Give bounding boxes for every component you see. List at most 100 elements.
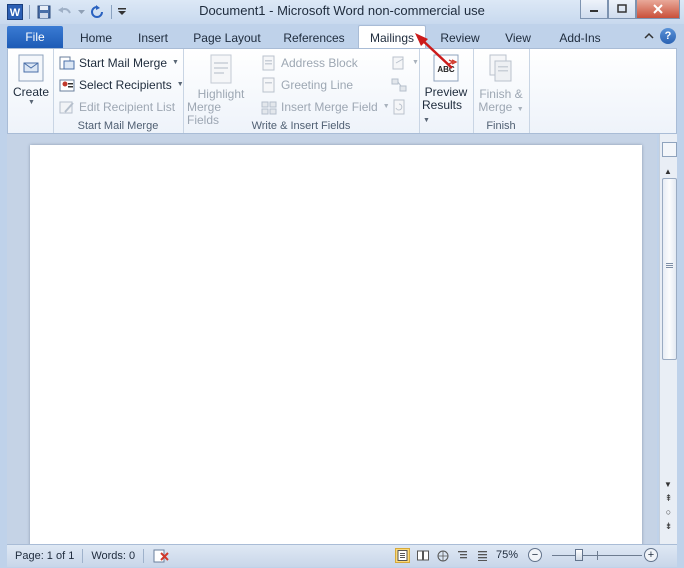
preview-label-line2: Results [422, 98, 463, 112]
help-icon[interactable]: ? [660, 28, 676, 44]
svg-text:ABC: ABC [437, 65, 455, 74]
minimize-ribbon-icon[interactable] [644, 32, 654, 40]
group-start-mail-merge: Start Mail Merge ▼ Select Recipients ▼ E… [53, 49, 184, 133]
view-buttons [395, 548, 490, 563]
select-browse-object-icon[interactable]: ○ [663, 505, 674, 519]
outline-icon[interactable] [455, 548, 470, 563]
envelope-create-icon [18, 54, 44, 82]
print-layout-icon[interactable] [395, 548, 410, 563]
draft-icon[interactable] [475, 548, 490, 563]
tab-insert[interactable]: Insert [128, 27, 178, 48]
browse-nav-buttons: ⇞ ○ ⇟ [663, 491, 674, 533]
close-button[interactable] [636, 0, 680, 19]
tab-view[interactable]: View [498, 27, 538, 48]
finish-merge-button[interactable]: Finish & Merge ▼ [476, 53, 526, 116]
scroll-down-icon[interactable]: ▼ [664, 480, 672, 489]
document-area [7, 134, 657, 544]
greeting-line-label: Greeting Line [281, 77, 354, 92]
update-labels-icon [393, 99, 405, 114]
insert-merge-field-button[interactable]: Insert Merge Field ▼ [261, 97, 390, 116]
tab-mailings[interactable]: Mailings [358, 25, 426, 50]
create-label: Create [12, 85, 50, 99]
finish-label-line2: Merge [478, 100, 513, 114]
web-layout-icon[interactable] [435, 548, 450, 563]
zoom-in-button[interactable]: + [644, 548, 658, 562]
start-mail-merge-dropdown-icon: ▼ [172, 59, 179, 66]
zoom-out-button[interactable]: − [528, 548, 542, 562]
create-dropdown-icon: ▼ [28, 99, 35, 106]
zoom-level[interactable]: 75% [496, 549, 518, 561]
address-block-label: Address Block [281, 55, 358, 70]
finish-merge-icon [489, 54, 512, 82]
insert-merge-field-dropdown-icon: ▼ [382, 103, 390, 110]
zoom-100-tick [597, 551, 598, 560]
tab-add-ins[interactable]: Add-Ins [552, 27, 608, 48]
title-bar: W Document1 - Microsoft Word non-commerc… [0, 0, 684, 24]
tab-review[interactable]: Review [436, 27, 484, 48]
ribbon-help-area: ? [644, 28, 676, 44]
maximize-button[interactable] [608, 0, 636, 19]
page-count[interactable]: Page: 1 of 1 [7, 549, 84, 563]
finish-label-line2-wrap: Merge ▼ [478, 101, 523, 116]
preview-results-dropdown-icon: ▼ [423, 117, 430, 124]
view-ruler-icon[interactable] [662, 142, 677, 157]
address-block-button[interactable]: Address Block [261, 53, 358, 72]
greeting-line-button[interactable]: Greeting Line [261, 75, 353, 94]
ribbon: Create ▼ Start Mail Merge ▼ Select Recip… [7, 48, 677, 134]
thumb-grip-icon [666, 263, 673, 264]
minimize-icon [590, 10, 598, 12]
edit-recipient-list-button[interactable]: Edit Recipient List [59, 97, 175, 116]
window-controls [580, 0, 680, 19]
rules-icon [392, 56, 404, 69]
document-page[interactable] [30, 145, 642, 544]
scroll-thumb[interactable] [662, 178, 677, 360]
word-count[interactable]: Words: 0 [83, 549, 145, 563]
finish-dropdown-icon: ▼ [516, 106, 524, 113]
rules-button[interactable]: ▼ [391, 53, 419, 72]
preview-label-line2-wrap: Results ▼ [422, 99, 470, 127]
group-write-insert-fields: Highlight Merge Fields Address Block Gre… [183, 49, 420, 133]
status-bar: Page: 1 of 1 Words: 0 75% − + [7, 544, 677, 567]
close-icon [653, 4, 663, 14]
update-labels-button[interactable] [391, 97, 407, 116]
select-recipients-button[interactable]: Select Recipients ▼ [59, 75, 184, 94]
start-mail-merge-button[interactable]: Start Mail Merge ▼ [59, 53, 179, 72]
group-label-write-insert-fields: Write & Insert Fields [251, 120, 351, 132]
highlight-fields-icon [210, 54, 232, 84]
greeting-line-icon [262, 77, 275, 92]
preview-results-button[interactable]: ABC Preview Results ▼ [422, 53, 470, 127]
zoom-slider-thumb[interactable] [575, 549, 583, 561]
highlight-merge-fields-button[interactable]: Highlight Merge Fields [187, 53, 255, 127]
tab-file[interactable]: File [7, 26, 63, 48]
group-preview-results: ABC Preview Results ▼ [419, 49, 474, 133]
minimize-button[interactable] [580, 0, 608, 19]
tab-page-layout[interactable]: Page Layout [190, 27, 264, 48]
proofing-status[interactable] [144, 549, 178, 563]
match-fields-button[interactable] [391, 75, 407, 94]
mail-merge-icon [59, 56, 75, 69]
group-label-start-mail-merge: Start Mail Merge [77, 120, 159, 132]
tab-references[interactable]: References [280, 27, 348, 48]
ribbon-tab-bar: File Home Insert Page Layout References … [0, 24, 684, 50]
rules-dropdown-icon: ▼ [412, 59, 419, 66]
preview-results-icon: ABC [433, 54, 459, 82]
group-label-finish: Finish [486, 120, 516, 132]
tab-home[interactable]: Home [72, 27, 120, 48]
next-page-icon[interactable]: ⇟ [663, 519, 674, 533]
select-recipients-label: Select Recipients [79, 77, 172, 92]
start-mail-merge-label: Start Mail Merge [79, 55, 168, 70]
maximize-icon [617, 4, 627, 13]
scroll-up-icon[interactable]: ▲ [664, 167, 672, 176]
create-button[interactable]: Create ▼ [12, 53, 50, 106]
word-window: W Document1 - Microsoft Word non-commerc… [0, 0, 684, 568]
full-screen-reading-icon[interactable] [415, 548, 430, 563]
insert-merge-field-label: Insert Merge Field [281, 99, 378, 114]
match-fields-icon [391, 78, 407, 91]
previous-page-icon[interactable]: ⇞ [663, 491, 674, 505]
group-create: Create ▼ [8, 49, 54, 133]
proofing-error-icon [153, 549, 169, 563]
edit-recipient-list-label: Edit Recipient List [79, 99, 176, 114]
edit-list-icon [59, 101, 74, 113]
vertical-scrollbar[interactable]: ▲ ▼ ⇞ ○ ⇟ [659, 134, 677, 544]
address-block-icon [262, 55, 275, 70]
